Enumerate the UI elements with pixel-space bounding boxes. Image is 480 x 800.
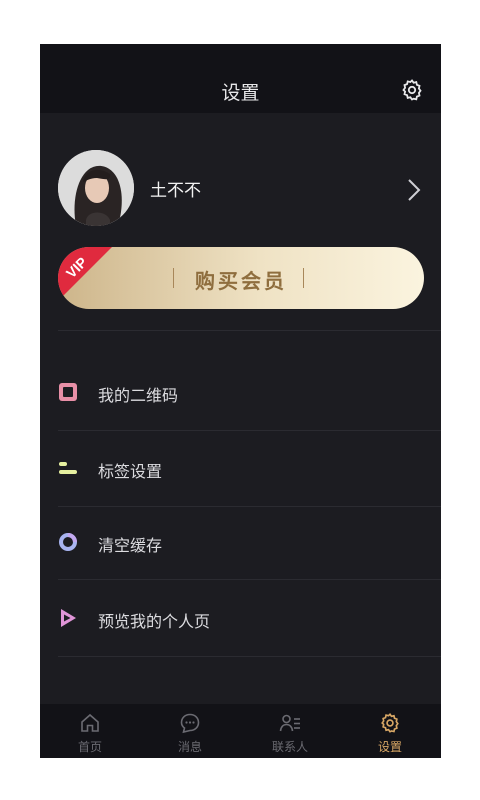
vip-label-divider-right <box>303 268 304 288</box>
chat-icon <box>180 713 200 734</box>
menu-item-clear-cache[interactable]: 清空缓存 <box>58 522 441 562</box>
menu-item-label: 标签设置 <box>98 462 163 481</box>
menu-item-label: 预览我的个人页 <box>98 612 211 631</box>
page-title: 设置 <box>221 82 260 104</box>
tab-bar: 首页 消息 联系人 设置 <box>40 704 441 758</box>
play-triangle-icon <box>61 609 76 627</box>
contacts-icon <box>279 714 300 732</box>
tag-lines-icon <box>59 462 77 474</box>
gear-icon[interactable] <box>400 78 424 102</box>
divider <box>58 330 441 331</box>
menu-item-label: 清空缓存 <box>98 536 163 555</box>
gear-icon <box>381 713 399 733</box>
menu-item-label: 我的二维码 <box>98 386 179 405</box>
vip-label: 购买会员 <box>195 269 287 293</box>
tab-label: 联系人 <box>271 740 308 754</box>
ring-icon <box>59 533 77 551</box>
tab-settings[interactable]: 设置 <box>340 704 440 758</box>
divider <box>58 506 441 507</box>
tab-label: 消息 <box>177 740 202 754</box>
username: 土不不 <box>150 181 201 201</box>
profile-row[interactable]: 土不不 <box>58 150 428 226</box>
tab-home[interactable]: 首页 <box>40 704 140 758</box>
menu-item-tags[interactable]: 标签设置 <box>58 448 441 488</box>
divider <box>58 656 441 657</box>
qrcode-square-icon <box>59 383 77 401</box>
divider <box>58 430 441 431</box>
avatar-photo <box>58 150 134 226</box>
buy-vip-button[interactable]: VIP 购买会员 <box>58 247 424 309</box>
chevron-right-icon[interactable] <box>407 178 421 202</box>
tab-messages[interactable]: 消息 <box>140 704 240 758</box>
tab-label: 首页 <box>77 740 102 754</box>
divider <box>58 579 441 580</box>
app-screen: 设置 土不不 VIP 购买会员 我的二维码 标签设置 清空缓存 预览我的个人页 … <box>40 44 441 758</box>
header-bar: 设置 <box>40 44 441 113</box>
tab-contacts[interactable]: 联系人 <box>240 704 340 758</box>
tab-label: 设置 <box>377 740 402 754</box>
menu-item-preview-profile[interactable]: 预览我的个人页 <box>58 598 441 638</box>
avatar[interactable] <box>58 150 134 226</box>
home-icon <box>81 713 99 732</box>
menu-item-qrcode[interactable]: 我的二维码 <box>58 372 441 412</box>
